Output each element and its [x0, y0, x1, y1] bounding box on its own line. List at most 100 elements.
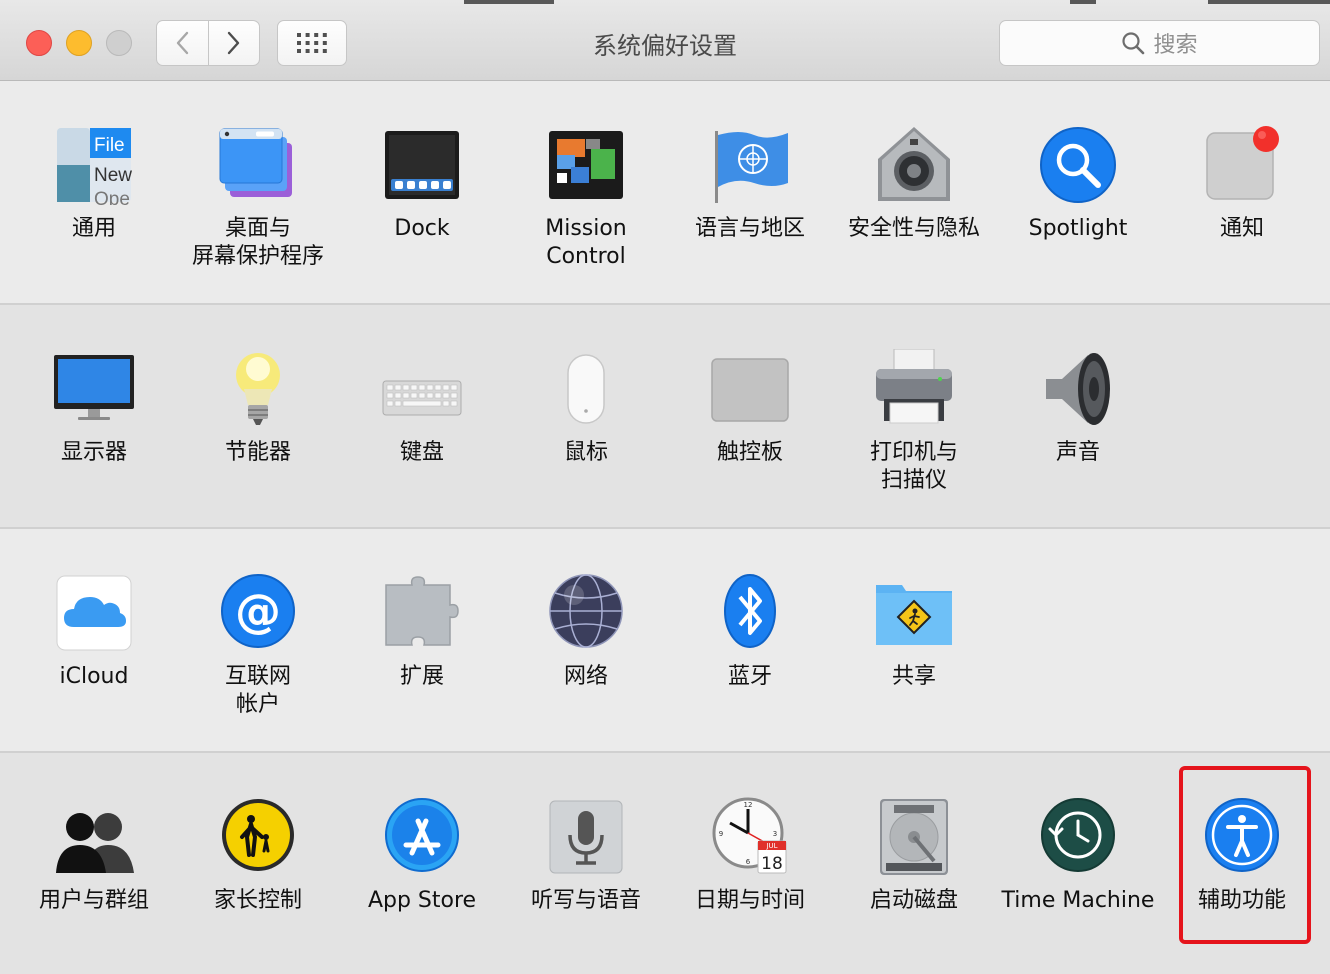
keyboard-icon [382, 349, 462, 429]
pref-label: 显示器 [60, 440, 127, 465]
pref-label: 共享 [891, 664, 936, 689]
pref-spotlight[interactable]: Spotlight [996, 81, 1160, 301]
pref-parental-controls[interactable]: 家长控制 [176, 753, 340, 973]
pref-mouse[interactable]: 鼠标 [504, 305, 668, 525]
svg-text:@: @ [235, 584, 281, 638]
pref-label: 通用 [71, 216, 116, 241]
chevron-right-icon [227, 31, 239, 55]
general-icon: File New Ope [54, 125, 134, 205]
pref-desktop-screensaver[interactable]: 桌面与 屏幕保护程序 [176, 81, 340, 301]
close-button[interactable] [26, 30, 52, 56]
svg-text:File: File [94, 135, 125, 156]
pref-label: 声音 [1055, 440, 1100, 465]
pref-label: 蓝牙 [727, 664, 772, 689]
time-machine-icon [1038, 797, 1118, 877]
pref-label: 辅助功能 [1197, 888, 1286, 913]
pref-internet-accounts[interactable]: @ 互联网 帐户 [176, 529, 340, 749]
top-strip [464, 0, 554, 4]
users-groups-icon [54, 797, 134, 877]
pref-trackpad[interactable]: 触控板 [668, 305, 832, 525]
pref-energy-saver[interactable]: 节能器 [176, 305, 340, 525]
pref-label: Dock [394, 216, 450, 241]
pref-icloud[interactable]: iCloud [12, 529, 176, 749]
pref-security-privacy[interactable]: 安全性与隐私 [832, 81, 996, 301]
pref-label: 安全性与隐私 [847, 216, 980, 241]
pref-time-machine[interactable]: Time Machine [996, 753, 1160, 973]
pref-users-groups[interactable]: 用户与群组 [12, 753, 176, 973]
pref-label: 扩展 [399, 664, 444, 689]
pref-label: 节能器 [224, 440, 291, 465]
dock-icon [382, 125, 462, 205]
search-field[interactable]: 搜索 [999, 20, 1320, 66]
forward-button[interactable] [207, 21, 260, 65]
pref-dock[interactable]: Dock [340, 81, 504, 301]
dictation-speech-icon [546, 797, 626, 877]
bluetooth-icon [710, 573, 790, 653]
pref-mission-control[interactable]: Mission Control [504, 81, 668, 301]
pref-label: 互联网 帐户 [224, 664, 291, 717]
pref-label: Mission Control [545, 216, 627, 269]
pref-date-time[interactable]: 12 3 6 9 JUL 18 日期与时间 [668, 753, 832, 973]
pref-accessibility[interactable]: 辅助功能 [1160, 753, 1324, 973]
pref-sound[interactable]: 声音 [996, 305, 1160, 525]
show-all-button[interactable] [277, 20, 347, 66]
svg-text:18: 18 [761, 854, 783, 874]
pref-label: 语言与地区 [694, 216, 805, 241]
pref-label: 桌面与 屏幕保护程序 [191, 216, 324, 269]
pref-label: 用户与群组 [38, 888, 149, 913]
svg-text:6: 6 [746, 858, 751, 866]
chevron-left-icon [177, 31, 189, 55]
pref-displays[interactable]: 显示器 [12, 305, 176, 525]
pref-extensions[interactable]: 扩展 [340, 529, 504, 749]
pref-label: 键盘 [399, 440, 444, 465]
preferences-section-internet: iCloud @ 互联网 帐户 扩展 网络 蓝牙 共享 [0, 529, 1330, 753]
zoom-button[interactable] [106, 30, 132, 56]
pref-label: 家长控制 [213, 888, 302, 913]
top-strip [1070, 0, 1096, 4]
internet-accounts-icon: @ [218, 573, 298, 653]
preferences-section-system: 用户与群组 家长控制 App Store 听写与语音 12 3 6 9 JUL 18 日期… [0, 753, 1330, 974]
network-icon [546, 573, 626, 653]
pref-general[interactable]: File New Ope 通用 [12, 81, 176, 301]
pref-printers-scanners[interactable]: 打印机与 扫描仪 [832, 305, 996, 525]
date-time-icon: 12 3 6 9 JUL 18 [710, 797, 790, 877]
pref-sharing[interactable]: 共享 [832, 529, 996, 749]
pref-startup-disk[interactable]: 启动磁盘 [832, 753, 996, 973]
notifications-icon [1202, 125, 1282, 205]
pref-label: 通知 [1219, 216, 1264, 241]
navigation-buttons [156, 20, 260, 66]
search-icon [1122, 32, 1145, 55]
pref-network[interactable]: 网络 [504, 529, 668, 749]
pref-app-store[interactable]: App Store [340, 753, 504, 973]
language-region-icon [710, 125, 790, 205]
spotlight-icon [1038, 125, 1118, 205]
back-button[interactable] [157, 21, 208, 65]
pref-label: 网络 [563, 664, 608, 689]
pref-notifications[interactable]: 通知 [1160, 81, 1324, 301]
pref-label: App Store [367, 888, 477, 913]
preferences-section-hardware: 显示器 节能器 键盘 鼠标 触控板 打印机与 扫描仪 声音 [0, 305, 1330, 529]
sound-icon [1038, 349, 1118, 429]
pref-dictation-speech[interactable]: 听写与语音 [504, 753, 668, 973]
svg-text:3: 3 [773, 830, 777, 838]
pref-language-region[interactable]: 语言与地区 [668, 81, 832, 301]
pref-keyboard[interactable]: 键盘 [340, 305, 504, 525]
pref-bluetooth[interactable]: 蓝牙 [668, 529, 832, 749]
svg-text:12: 12 [744, 801, 753, 809]
mouse-icon [546, 349, 626, 429]
pref-label: 鼠标 [563, 440, 608, 465]
displays-icon [54, 349, 134, 429]
pref-label: iCloud [59, 664, 129, 689]
trackpad-icon [710, 349, 790, 429]
startup-disk-icon [874, 797, 954, 877]
svg-text:9: 9 [719, 830, 723, 838]
minimize-button[interactable] [66, 30, 92, 56]
svg-text:Ope: Ope [94, 189, 130, 205]
mission-control-icon [546, 125, 626, 205]
pref-label: 打印机与 扫描仪 [869, 440, 958, 493]
printers-scanners-icon [874, 349, 954, 429]
pref-label: 启动磁盘 [869, 888, 958, 913]
svg-text:JUL: JUL [765, 842, 777, 850]
accessibility-icon [1202, 797, 1282, 877]
parental-controls-icon [218, 797, 298, 877]
